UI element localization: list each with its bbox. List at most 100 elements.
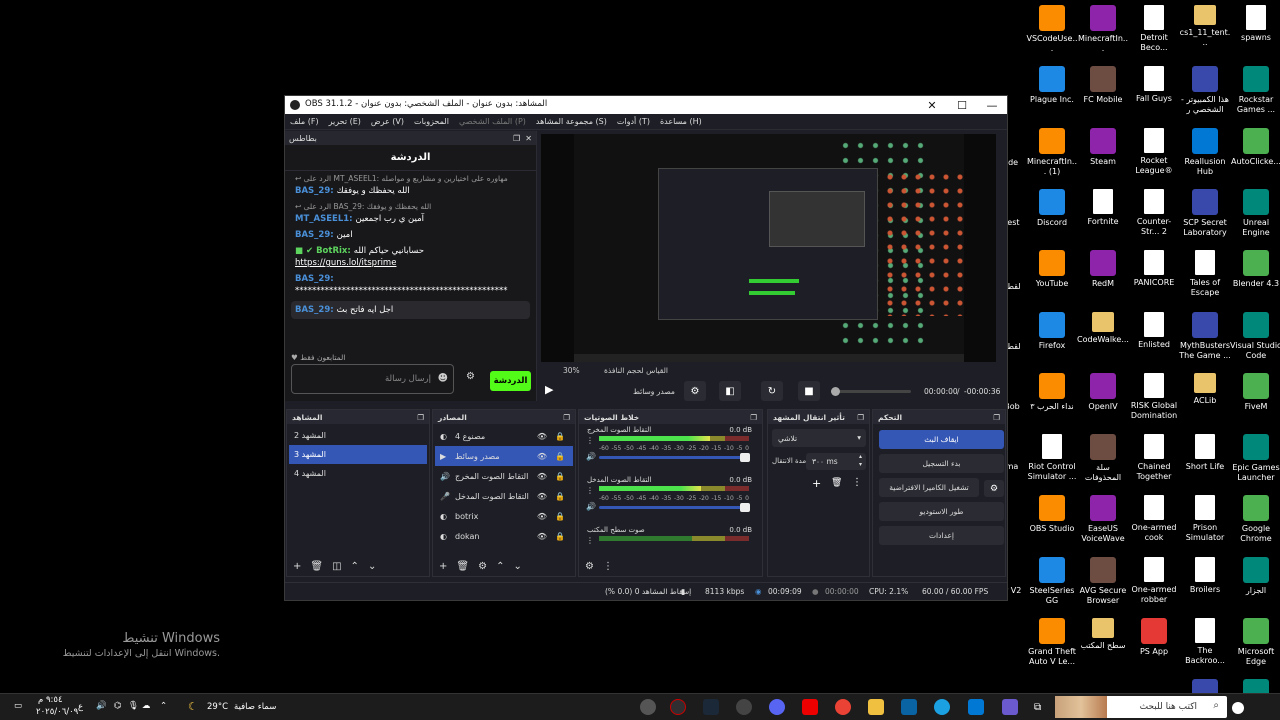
- mic-icon[interactable]: 🎙: [128, 701, 139, 711]
- easeus-icon[interactable]: [736, 699, 752, 715]
- menu-view[interactable]: عرض (V): [371, 117, 404, 126]
- desktop-icon[interactable]: One-armed cook: [1128, 495, 1180, 543]
- cloud-icon[interactable]: ☁: [142, 701, 151, 711]
- desktop-icon[interactable]: Epic Games Launcher: [1230, 434, 1280, 483]
- scene-filter-icon[interactable]: ◫: [332, 561, 341, 572]
- mixer-menu-icon[interactable]: ⋮: [603, 561, 613, 572]
- steelseries-icon[interactable]: [640, 699, 656, 715]
- desktop-icon[interactable]: PANICORE: [1128, 250, 1180, 288]
- preview-canvas[interactable]: [541, 134, 996, 362]
- desktop-icon[interactable]: cs1_11_tent...: [1179, 5, 1231, 48]
- delete-transition-icon[interactable]: 🗑: [831, 478, 842, 488]
- chrome-icon[interactable]: [835, 699, 851, 715]
- lock-icon[interactable]: 🔒: [555, 532, 565, 541]
- desktop-icon[interactable]: Prison Simulator: [1179, 495, 1231, 543]
- menu-scene-collection[interactable]: مجموعة المشاهد (S): [536, 117, 607, 126]
- source-up-icon[interactable]: ⌃: [496, 561, 504, 572]
- desktop-icon[interactable]: VSCodeUse...: [1026, 5, 1078, 54]
- volume-slider[interactable]: [599, 453, 750, 462]
- desktop-icon[interactable]: MythBusters The Game ...: [1179, 311, 1231, 361]
- obs-titlebar[interactable]: OBS 31.1.2 - المشاهد: بدون عنوان - الملف…: [285, 96, 1007, 114]
- desktop-icon[interactable]: Rockstar Games ...: [1230, 66, 1280, 115]
- desktop-icon[interactable]: YouTube: [1026, 250, 1078, 289]
- chat-settings-gear-icon[interactable]: ⚙: [466, 371, 475, 382]
- desktop-icon[interactable]: Tales of Escape: [1179, 250, 1231, 298]
- source-item[interactable]: 🔊 التقاط الصوت المخرج 👁 🔒: [435, 466, 573, 486]
- desktop-icon[interactable]: Steam: [1077, 127, 1129, 167]
- mixer-float-icon[interactable]: ❐: [750, 413, 757, 422]
- desktop-icon[interactable]: AutoClicke...: [1230, 127, 1280, 167]
- source-properties-gear-icon[interactable]: ⚙: [478, 561, 487, 572]
- chat-username[interactable]: MT_ASEEL1:: [295, 214, 356, 224]
- visibility-eye-icon[interactable]: 👁: [537, 492, 547, 501]
- desktop-icon[interactable]: RedM: [1077, 250, 1129, 289]
- desktop-icon[interactable]: One-armed robber: [1128, 556, 1180, 605]
- desktop-icon[interactable]: Grand Theft Auto V Le...: [1026, 618, 1078, 667]
- desktop-icon[interactable]: ACLib: [1179, 372, 1231, 406]
- emoji-icon[interactable]: ☻: [438, 373, 448, 384]
- desktop-icon[interactable]: AVG Secure Browser: [1077, 556, 1129, 606]
- add-source-icon[interactable]: +: [439, 561, 447, 572]
- chat-link[interactable]: https://guns.lol/itsprime: [295, 258, 396, 268]
- chat-username[interactable]: BAS_29:: [295, 305, 337, 315]
- desktop-icon[interactable]: CodeWalke...: [1077, 311, 1129, 345]
- mixer-settings-gear-icon[interactable]: ⚙: [585, 561, 594, 572]
- media-settings-gear-icon[interactable]: ⚙: [684, 381, 706, 401]
- start-virtual-camera-button[interactable]: تشغيل الكاميرا الافتراضية: [879, 478, 979, 497]
- youtube-icon[interactable]: [802, 699, 818, 715]
- sources-float-icon[interactable]: ❐: [563, 413, 570, 422]
- media-split-icon[interactable]: ◧: [719, 381, 741, 401]
- seek-knob[interactable]: [831, 387, 840, 396]
- clock-time[interactable]: ٩:٥٤ م: [38, 695, 63, 705]
- visibility-eye-icon[interactable]: 👁: [537, 472, 547, 481]
- transition-type-select[interactable]: تلاشي ▾: [772, 429, 866, 447]
- mute-speaker-icon[interactable]: 🔊: [586, 452, 596, 461]
- desktop-icon[interactable]: Plague Inc.: [1026, 66, 1078, 105]
- desktop-icon[interactable]: MinecraftIn... (1): [1026, 127, 1078, 177]
- desktop-icon[interactable]: RISK Global Domination: [1128, 372, 1180, 421]
- desktop-icon[interactable]: Enlisted: [1128, 311, 1180, 350]
- lock-icon[interactable]: 🔒: [555, 492, 565, 501]
- desktop-icon[interactable]: الجزار: [1230, 556, 1280, 596]
- chat-username[interactable]: ■ ✔ BotRix:: [295, 246, 354, 256]
- file-explorer-icon[interactable]: [868, 699, 884, 715]
- chat-send-button[interactable]: الدردشة: [490, 371, 531, 391]
- store-icon[interactable]: [968, 699, 984, 715]
- lock-icon[interactable]: 🔒: [555, 512, 565, 521]
- desktop-icon[interactable]: Google Chrome: [1230, 495, 1280, 544]
- float-icon[interactable]: ❐: [513, 134, 520, 143]
- menu-file[interactable]: ملف (F): [290, 117, 319, 126]
- maximize-icon[interactable]: ☐: [947, 96, 977, 114]
- desktop-icon[interactable]: Unreal Engine: [1230, 188, 1280, 238]
- volume-slider-knob[interactable]: [740, 453, 750, 462]
- transition-duration-input[interactable]: ٣٠٠ ms ▴ ▾: [806, 453, 866, 470]
- scene-item[interactable]: المشهد 4: [289, 464, 427, 483]
- desktop-icon[interactable]: OpenIV: [1077, 372, 1129, 412]
- virtual-camera-settings-gear-icon[interactable]: ⚙: [984, 480, 1004, 497]
- delete-source-icon[interactable]: 🗑: [456, 561, 469, 572]
- studio-mode-button[interactable]: طور الاستوديو: [879, 502, 1004, 521]
- discord-icon[interactable]: [769, 699, 785, 715]
- desktop-icon[interactable]: MinecraftIn...: [1077, 5, 1129, 54]
- clock-date[interactable]: ٢٠٢٥/٠٦/٠٩: [36, 707, 78, 717]
- desktop-icon[interactable]: SCP Secret Laboratory: [1179, 188, 1231, 238]
- menu-edit[interactable]: تحرير (E): [329, 117, 361, 126]
- mute-speaker-icon[interactable]: 🔊: [586, 502, 596, 511]
- taskbar-search-box[interactable]: اكتب هنا للبحث ⌕: [1055, 696, 1227, 718]
- start-recording-button[interactable]: بدء التسجيل: [879, 454, 1004, 473]
- stop-streaming-button[interactable]: ايقاف البث: [879, 430, 1004, 449]
- visibility-eye-icon[interactable]: 👁: [537, 512, 547, 521]
- minimize-icon[interactable]: —: [977, 96, 1007, 114]
- add-transition-icon[interactable]: +: [812, 477, 821, 490]
- lang-indicator[interactable]: ع: [78, 702, 83, 712]
- source-item[interactable]: ◐ botrix 👁 🔒: [435, 506, 573, 526]
- source-item[interactable]: 🎤 التقاط الصوت المدخل 👁 🔒: [435, 486, 573, 506]
- source-item[interactable]: ◐ مصنوع 4 👁 🔒: [435, 426, 573, 446]
- desktop-icon[interactable]: Fall Guys: [1128, 66, 1180, 104]
- desktop-icon[interactable]: Broilers: [1179, 556, 1231, 595]
- source-item[interactable]: ◐ dokan 👁 🔒: [435, 526, 573, 546]
- desktop-icon[interactable]: Blender 4.3: [1230, 250, 1280, 289]
- lock-icon[interactable]: 🔒: [555, 432, 565, 441]
- desktop-icon[interactable]: Counter-Str... 2: [1128, 188, 1180, 237]
- tray-chevron-icon[interactable]: ⌃: [160, 701, 167, 711]
